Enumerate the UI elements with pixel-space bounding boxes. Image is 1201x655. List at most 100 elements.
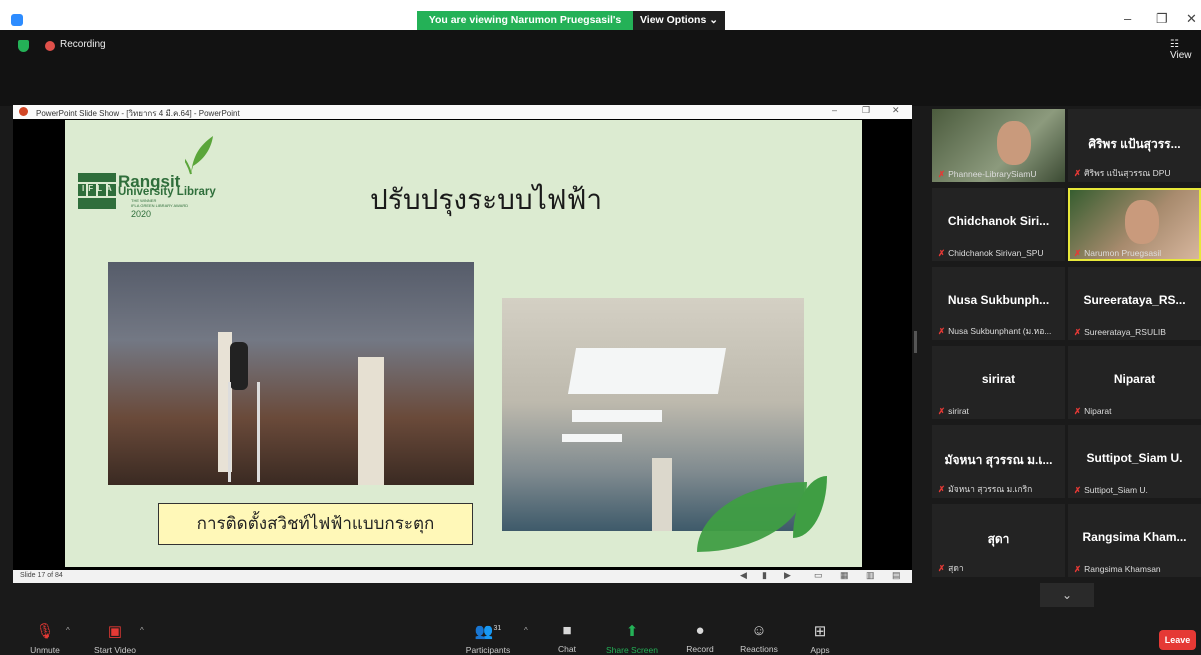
normal-view-icon[interactable]: ▭	[814, 570, 823, 581]
apps-label: Apps	[810, 645, 830, 655]
meeting-top-strip	[0, 30, 1201, 106]
chat-button[interactable]: ■ Chat	[550, 622, 584, 654]
participant-label-text: Nusa Sukbunphant (ม.หอ...	[948, 326, 1052, 336]
minimize-button[interactable]: –	[1124, 11, 1131, 26]
leave-button[interactable]: Leave	[1159, 630, 1196, 650]
reading-view-icon[interactable]: ▥	[866, 570, 875, 581]
gallery-divider-handle[interactable]	[914, 331, 917, 353]
participant-tile[interactable]: Sureerataya_RS... ✗ Sureerataya_RSULIB	[1068, 267, 1201, 340]
close-button[interactable]: ✕	[1186, 11, 1197, 27]
participant-name: sirirat	[981, 372, 1016, 386]
participant-label-text: สุดา	[948, 563, 964, 573]
participant-label: ✗ sirirat	[938, 406, 1063, 417]
muted-mic-icon: ✗	[938, 484, 946, 494]
unmute-label: Unmute	[30, 645, 60, 655]
ppt-status-bar	[13, 570, 912, 583]
participant-label: ✗ สุดา	[938, 561, 1063, 575]
participant-label-text: Narumon Pruegsasil	[1084, 248, 1162, 258]
participant-tile[interactable]: Nusa Sukbunph... ✗ Nusa Sukbunphant (ม.หอ.…	[932, 267, 1065, 340]
next-slide-icon[interactable]: ▶	[784, 570, 791, 581]
participant-name: Rangsima Kham...	[1082, 530, 1187, 544]
logo-ifla-text: IFLA	[82, 184, 116, 193]
participant-video	[1124, 200, 1159, 244]
participant-name: สุดา	[987, 532, 1010, 546]
apps-grid-icon: ⊞	[813, 623, 827, 640]
muted-mic-icon: ✗	[938, 563, 946, 573]
record-button[interactable]: ● Record	[682, 622, 718, 654]
record-icon: ●	[695, 622, 705, 639]
muted-mic-icon: ✗	[1074, 168, 1082, 178]
participant-tile[interactable]: Suttipot_Siam U. ✗ Suttipot_Siam U.	[1068, 425, 1201, 498]
gallery-scroll-down-button[interactable]: ⌄	[1040, 583, 1094, 607]
chat-label: Chat	[558, 644, 576, 654]
participant-tile[interactable]: มัจหนา สุวรรณ ม.เ... ✗ มัจหนา สุวรรณ ม.เกร…	[932, 425, 1065, 498]
participant-tile[interactable]: Chidchanok Siri... ✗ Chidchanok Sirivan_SP…	[932, 188, 1065, 261]
muted-mic-icon: ✗	[938, 169, 946, 179]
participant-label-text: มัจหนา สุวรรณ ม.เกริก	[948, 484, 1033, 494]
participants-label: Participants	[465, 645, 511, 655]
video-options-caret[interactable]: ^	[140, 626, 144, 635]
participant-tile[interactable]: ✗ Narumon Pruegsasil	[1068, 188, 1201, 261]
logo-year: 2020	[131, 209, 152, 219]
participant-name: Niparat	[1113, 372, 1156, 386]
participant-label: ✗ Narumon Pruegsasil	[1074, 248, 1199, 259]
slide-title: ปรับปรุงระบบไฟฟ้า	[370, 183, 603, 216]
ppt-restore-button[interactable]: ❐	[862, 105, 870, 116]
ppt-close-button[interactable]: ✕	[892, 105, 900, 116]
participant-name: Nusa Sukbunph...	[947, 293, 1050, 307]
participant-label-text: Sureerataya_RSULIB	[1084, 327, 1166, 337]
view-options-button[interactable]: View Options ⌄	[633, 11, 725, 30]
participants-icon: 👥31	[474, 623, 502, 640]
participants-options-caret[interactable]: ^	[524, 626, 528, 635]
audio-options-caret[interactable]: ^	[66, 626, 70, 635]
slide-menu-icon[interactable]: ▮	[762, 570, 767, 581]
record-label: Record	[686, 644, 714, 654]
participant-tile[interactable]: Niparat ✗ Niparat	[1068, 346, 1201, 419]
emoji-plus-icon: ☺	[751, 622, 767, 639]
participant-name: Chidchanok Siri...	[947, 214, 1050, 228]
muted-mic-icon: ✗	[1074, 327, 1082, 337]
reactions-label: Reactions	[740, 644, 778, 654]
share-screen-label: Share Screen	[606, 645, 658, 655]
logo-award-text: THE WINNER IFLA GREEN LIBRARY AWARD	[131, 198, 189, 208]
start-video-button[interactable]: ▣ Start Video	[90, 622, 140, 655]
zoom-logo-icon	[11, 14, 23, 26]
muted-mic-icon: ✗	[938, 326, 946, 336]
participant-name: Suttipot_Siam U.	[1086, 451, 1183, 465]
view-layout-button[interactable]: ☷ View	[1170, 39, 1201, 61]
participant-label: ✗ Suttipot_Siam U.	[1074, 485, 1199, 496]
meeting-toolbar	[0, 607, 1201, 655]
prev-slide-icon[interactable]: ◀	[740, 570, 747, 581]
share-screen-button[interactable]: ⬆ Share Screen	[604, 622, 660, 655]
security-shield-icon[interactable]	[18, 40, 29, 52]
recording-label: Recording	[60, 39, 106, 50]
recording-dot-icon	[45, 41, 55, 51]
participant-name: ศิริพร แป้นสุวรร...	[1088, 137, 1181, 151]
muted-mic-icon: ✗	[1074, 485, 1082, 495]
participant-tile[interactable]: ✗ Phannee-LibrarySiamU	[932, 109, 1065, 182]
slideshow-view-icon[interactable]: ▤	[892, 570, 901, 581]
sorter-view-icon[interactable]: ▦	[840, 570, 849, 581]
participant-label: ✗ Chidchanok Sirivan_SPU	[938, 248, 1063, 259]
window-title: Zoom Meeting	[28, 12, 105, 26]
slide-caption: การติดตั้งสวิชท์ไฟฟ้าแบบกระตุก	[158, 503, 473, 545]
muted-mic-icon: ✗	[1074, 248, 1082, 258]
video-off-icon: ▣	[107, 623, 123, 640]
participants-button[interactable]: 👥31 Participants	[462, 622, 514, 655]
participant-tile[interactable]: สุดา ✗ สุดา	[932, 504, 1065, 577]
participant-tile[interactable]: ศิริพร แป้นสุวรร... ✗ ศิริพร แป้นสุวรรณ DP…	[1068, 109, 1201, 182]
ppt-minimize-button[interactable]: –	[832, 105, 837, 115]
participant-video	[996, 121, 1031, 165]
participant-label-text: Suttipot_Siam U.	[1084, 485, 1148, 495]
participant-label-text: Chidchanok Sirivan_SPU	[948, 248, 1044, 258]
participant-label: ✗ Nusa Sukbunphant (ม.หอ...	[938, 324, 1063, 338]
participant-label-text: Phannee-LibrarySiamU	[948, 169, 1037, 179]
reactions-button[interactable]: ☺ Reactions	[736, 622, 782, 654]
leaf-sprout-icon	[185, 136, 213, 175]
restore-button[interactable]: ❐	[1156, 11, 1168, 27]
participant-tile[interactable]: Rangsima Kham... ✗ Rangsima Khamsan	[1068, 504, 1201, 577]
powerpoint-icon	[19, 107, 28, 116]
unmute-button[interactable]: 🎙 Unmute	[20, 622, 70, 655]
apps-button[interactable]: ⊞ Apps	[804, 622, 836, 655]
participant-tile[interactable]: sirirat ✗ sirirat	[932, 346, 1065, 419]
